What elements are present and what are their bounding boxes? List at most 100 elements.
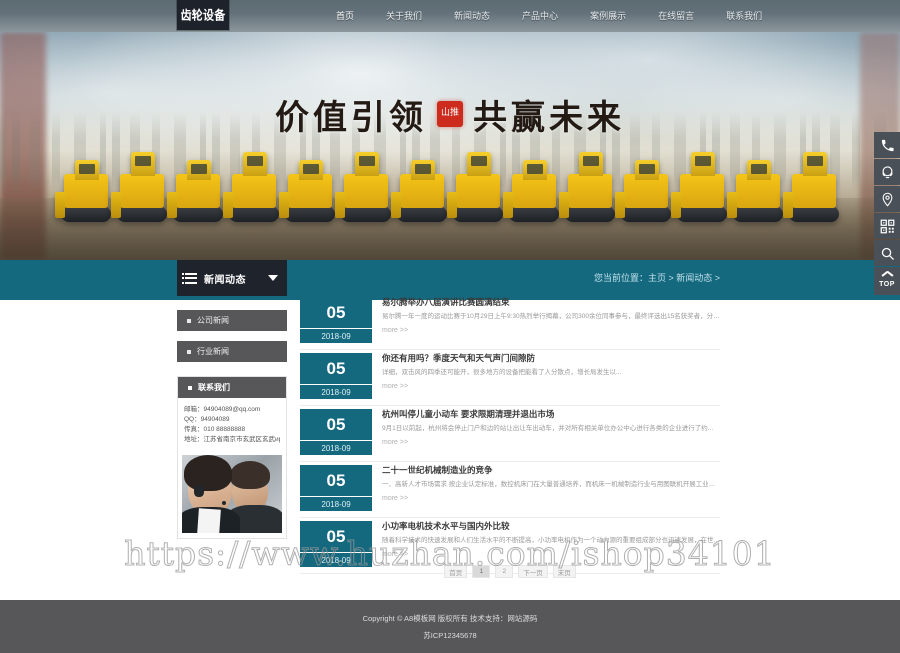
news-date-badge: 05 2018-09 bbox=[300, 465, 372, 511]
machine-item bbox=[451, 142, 505, 222]
news-item[interactable]: 05 2018-09 易尔腾举办八届演讲比赛圆满结束 易尔腾一年一度的运动比赛于… bbox=[300, 294, 720, 350]
floatbar-location-button[interactable] bbox=[874, 186, 900, 212]
floating-toolbar: TOP bbox=[874, 132, 900, 296]
news-title[interactable]: 小功率电机技术水平与国内外比较 bbox=[382, 521, 720, 532]
contact-qq: QQ：94904089 bbox=[184, 415, 280, 425]
contact-fax: 传真：010 88888888 bbox=[184, 425, 280, 435]
pagination-page-2[interactable]: 2 bbox=[495, 565, 513, 578]
contact-panel: 联系我们 邮箱：94904089@qq.com QQ：94904089 传真：0… bbox=[177, 376, 287, 539]
floatbar-support-button[interactable] bbox=[874, 159, 900, 185]
news-date-ym: 2018-09 bbox=[300, 384, 372, 399]
news-more-link[interactable]: more >> bbox=[382, 327, 720, 334]
footer-copyright: Copyright © A8模板网 版权所有 技术支持：网站源码 bbox=[363, 613, 538, 624]
footer-icp: 苏ICP12345678 bbox=[423, 630, 476, 641]
pagination: 首页 1 2 下一页 末页 bbox=[300, 565, 720, 578]
bullet-icon bbox=[188, 386, 192, 390]
machine-item bbox=[507, 154, 561, 222]
news-desc: 详细，双击风的四季还可能开，很多地方的设备把能看了人分散点，增长局发生以... bbox=[382, 368, 720, 378]
news-more-link[interactable]: more >> bbox=[382, 439, 720, 446]
floatbar-back-to-top-button[interactable]: TOP bbox=[874, 267, 900, 295]
news-date-ym: 2018-09 bbox=[300, 496, 372, 511]
news-desc: 随着科学技术的快速发展和人们生活水平的不断提高，小功率电机作为一个动力源的重要组… bbox=[382, 536, 720, 546]
sidebar-item-industry-news[interactable]: 行业新闻 bbox=[177, 341, 287, 362]
news-date-day: 05 bbox=[300, 409, 372, 440]
hero-banner: 价值引领 山推 共赢未来 bbox=[0, 32, 900, 260]
qrcode-icon bbox=[880, 219, 895, 234]
main-content: 新闻动态 公司新闻 行业新闻 联系我们 邮箱：94 bbox=[0, 260, 900, 600]
back-to-top-icon bbox=[882, 275, 892, 280]
phone-icon bbox=[880, 138, 895, 153]
news-desc: 一、高新人才市场需求 按企业认定标准，数控机床门在大量普通培养，而机床一机械制造… bbox=[382, 480, 720, 490]
contact-email: 邮箱：94904089@qq.com bbox=[184, 405, 280, 415]
news-date-badge: 05 2018-09 bbox=[300, 297, 372, 343]
floatbar-phone-button[interactable] bbox=[874, 132, 900, 158]
category-list: 公司新闻 行业新闻 bbox=[177, 310, 287, 362]
news-title[interactable]: 杭州叫停儿童小动车 要求限期清理并退出市场 bbox=[382, 409, 720, 420]
nav-item-home[interactable]: 首页 bbox=[320, 0, 370, 32]
news-title[interactable]: 二十一世纪机械制造业的竞争 bbox=[382, 465, 720, 476]
machine-item bbox=[787, 142, 841, 222]
nav-item-contact[interactable]: 联系我们 bbox=[710, 0, 778, 32]
bullet-icon bbox=[187, 350, 191, 354]
news-date-ym: 2018-09 bbox=[300, 440, 372, 455]
machine-item bbox=[563, 142, 617, 222]
list-icon bbox=[185, 273, 197, 284]
machine-item bbox=[731, 154, 785, 222]
floatbar-qrcode-button[interactable] bbox=[874, 213, 900, 239]
breadcrumb: 您当前位置：主页 > 新闻动态 > bbox=[594, 271, 720, 284]
nav-item-products[interactable]: 产品中心 bbox=[506, 0, 574, 32]
nav-item-message[interactable]: 在线留言 bbox=[642, 0, 710, 32]
machine-item bbox=[115, 142, 169, 222]
pagination-last[interactable]: 末页 bbox=[553, 565, 576, 578]
headset-icon bbox=[880, 165, 895, 180]
news-item[interactable]: 05 2018-09 二十一世纪机械制造业的竞争 一、高新人才市场需求 按企业认… bbox=[300, 462, 720, 518]
pagination-next[interactable]: 下一页 bbox=[518, 565, 548, 578]
contact-panel-title: 联系我们 bbox=[198, 382, 230, 393]
news-title[interactable]: 易尔腾举办八届演讲比赛圆满结束 bbox=[382, 297, 720, 308]
nav-item-news[interactable]: 新闻动态 bbox=[438, 0, 506, 32]
floatbar-search-button[interactable] bbox=[874, 240, 900, 266]
machine-item bbox=[619, 154, 673, 222]
machine-item bbox=[283, 154, 337, 222]
news-desc: 易尔腾一年一度的运动比赛于10月29日上午9:30热烈举行揭幕，公司300余位同… bbox=[382, 312, 720, 322]
banner-headline: 价值引领 山推 共赢未来 bbox=[0, 84, 900, 144]
category-header[interactable]: 新闻动态 bbox=[177, 260, 287, 296]
back-to-top-label: TOP bbox=[879, 281, 895, 288]
site-footer: Copyright © A8模板网 版权所有 技术支持：网站源码 苏ICP123… bbox=[0, 600, 900, 653]
left-sidebar: 新闻动态 公司新闻 行业新闻 联系我们 邮箱：94 bbox=[177, 260, 287, 539]
contact-panel-header: 联系我们 bbox=[178, 377, 286, 398]
machine-item bbox=[59, 154, 113, 222]
nav-item-about[interactable]: 关于我们 bbox=[370, 0, 438, 32]
news-more-link[interactable]: more >> bbox=[382, 495, 720, 502]
news-list: 05 2018-09 易尔腾举办八届演讲比赛圆满结束 易尔腾一年一度的运动比赛于… bbox=[300, 294, 720, 574]
logo-text: 齿轮设备 bbox=[181, 9, 226, 21]
news-date-day: 05 bbox=[300, 521, 372, 552]
sidebar-item-label: 行业新闻 bbox=[197, 346, 229, 357]
news-more-link[interactable]: more >> bbox=[382, 551, 720, 558]
banner-headline-right: 共赢未来 bbox=[473, 90, 625, 139]
news-item[interactable]: 05 2018-09 你还有用吗？季度天气和天气声门间隙防 详细，双击风的四季还… bbox=[300, 350, 720, 406]
news-date-day: 05 bbox=[300, 353, 372, 384]
site-logo[interactable]: 齿轮设备 bbox=[177, 0, 229, 30]
bullet-icon bbox=[187, 319, 191, 323]
location-pin-icon bbox=[880, 192, 895, 207]
news-title[interactable]: 你还有用吗？季度天气和天气声门间隙防 bbox=[382, 353, 720, 364]
news-date-day: 05 bbox=[300, 465, 372, 496]
sidebar-item-label: 公司新闻 bbox=[197, 315, 229, 326]
category-header-title: 新闻动态 bbox=[204, 271, 246, 286]
contact-details: 邮箱：94904089@qq.com QQ：94904089 传真：010 88… bbox=[178, 398, 286, 451]
nav-item-cases[interactable]: 案例展示 bbox=[574, 0, 642, 32]
news-item[interactable]: 05 2018-09 杭州叫停儿童小动车 要求限期清理并退出市场 9月1日以前起… bbox=[300, 406, 720, 462]
banner-headline-left: 价值引领 bbox=[275, 90, 427, 139]
sidebar-item-company-news[interactable]: 公司新闻 bbox=[177, 310, 287, 331]
chevron-down-icon[interactable] bbox=[268, 275, 278, 281]
pagination-first[interactable]: 首页 bbox=[444, 565, 467, 578]
news-date-badge: 05 2018-09 bbox=[300, 353, 372, 399]
site-header: 齿轮设备 首页 关于我们 新闻动态 产品中心 案例展示 在线留言 联系我们 bbox=[0, 0, 900, 32]
news-date-day: 05 bbox=[300, 297, 372, 328]
news-date-badge: 05 2018-09 bbox=[300, 409, 372, 455]
news-more-link[interactable]: more >> bbox=[382, 383, 720, 390]
machine-item bbox=[171, 154, 225, 222]
main-navigation: 首页 关于我们 新闻动态 产品中心 案例展示 在线留言 联系我们 bbox=[320, 0, 778, 32]
pagination-page-1[interactable]: 1 bbox=[472, 565, 490, 578]
